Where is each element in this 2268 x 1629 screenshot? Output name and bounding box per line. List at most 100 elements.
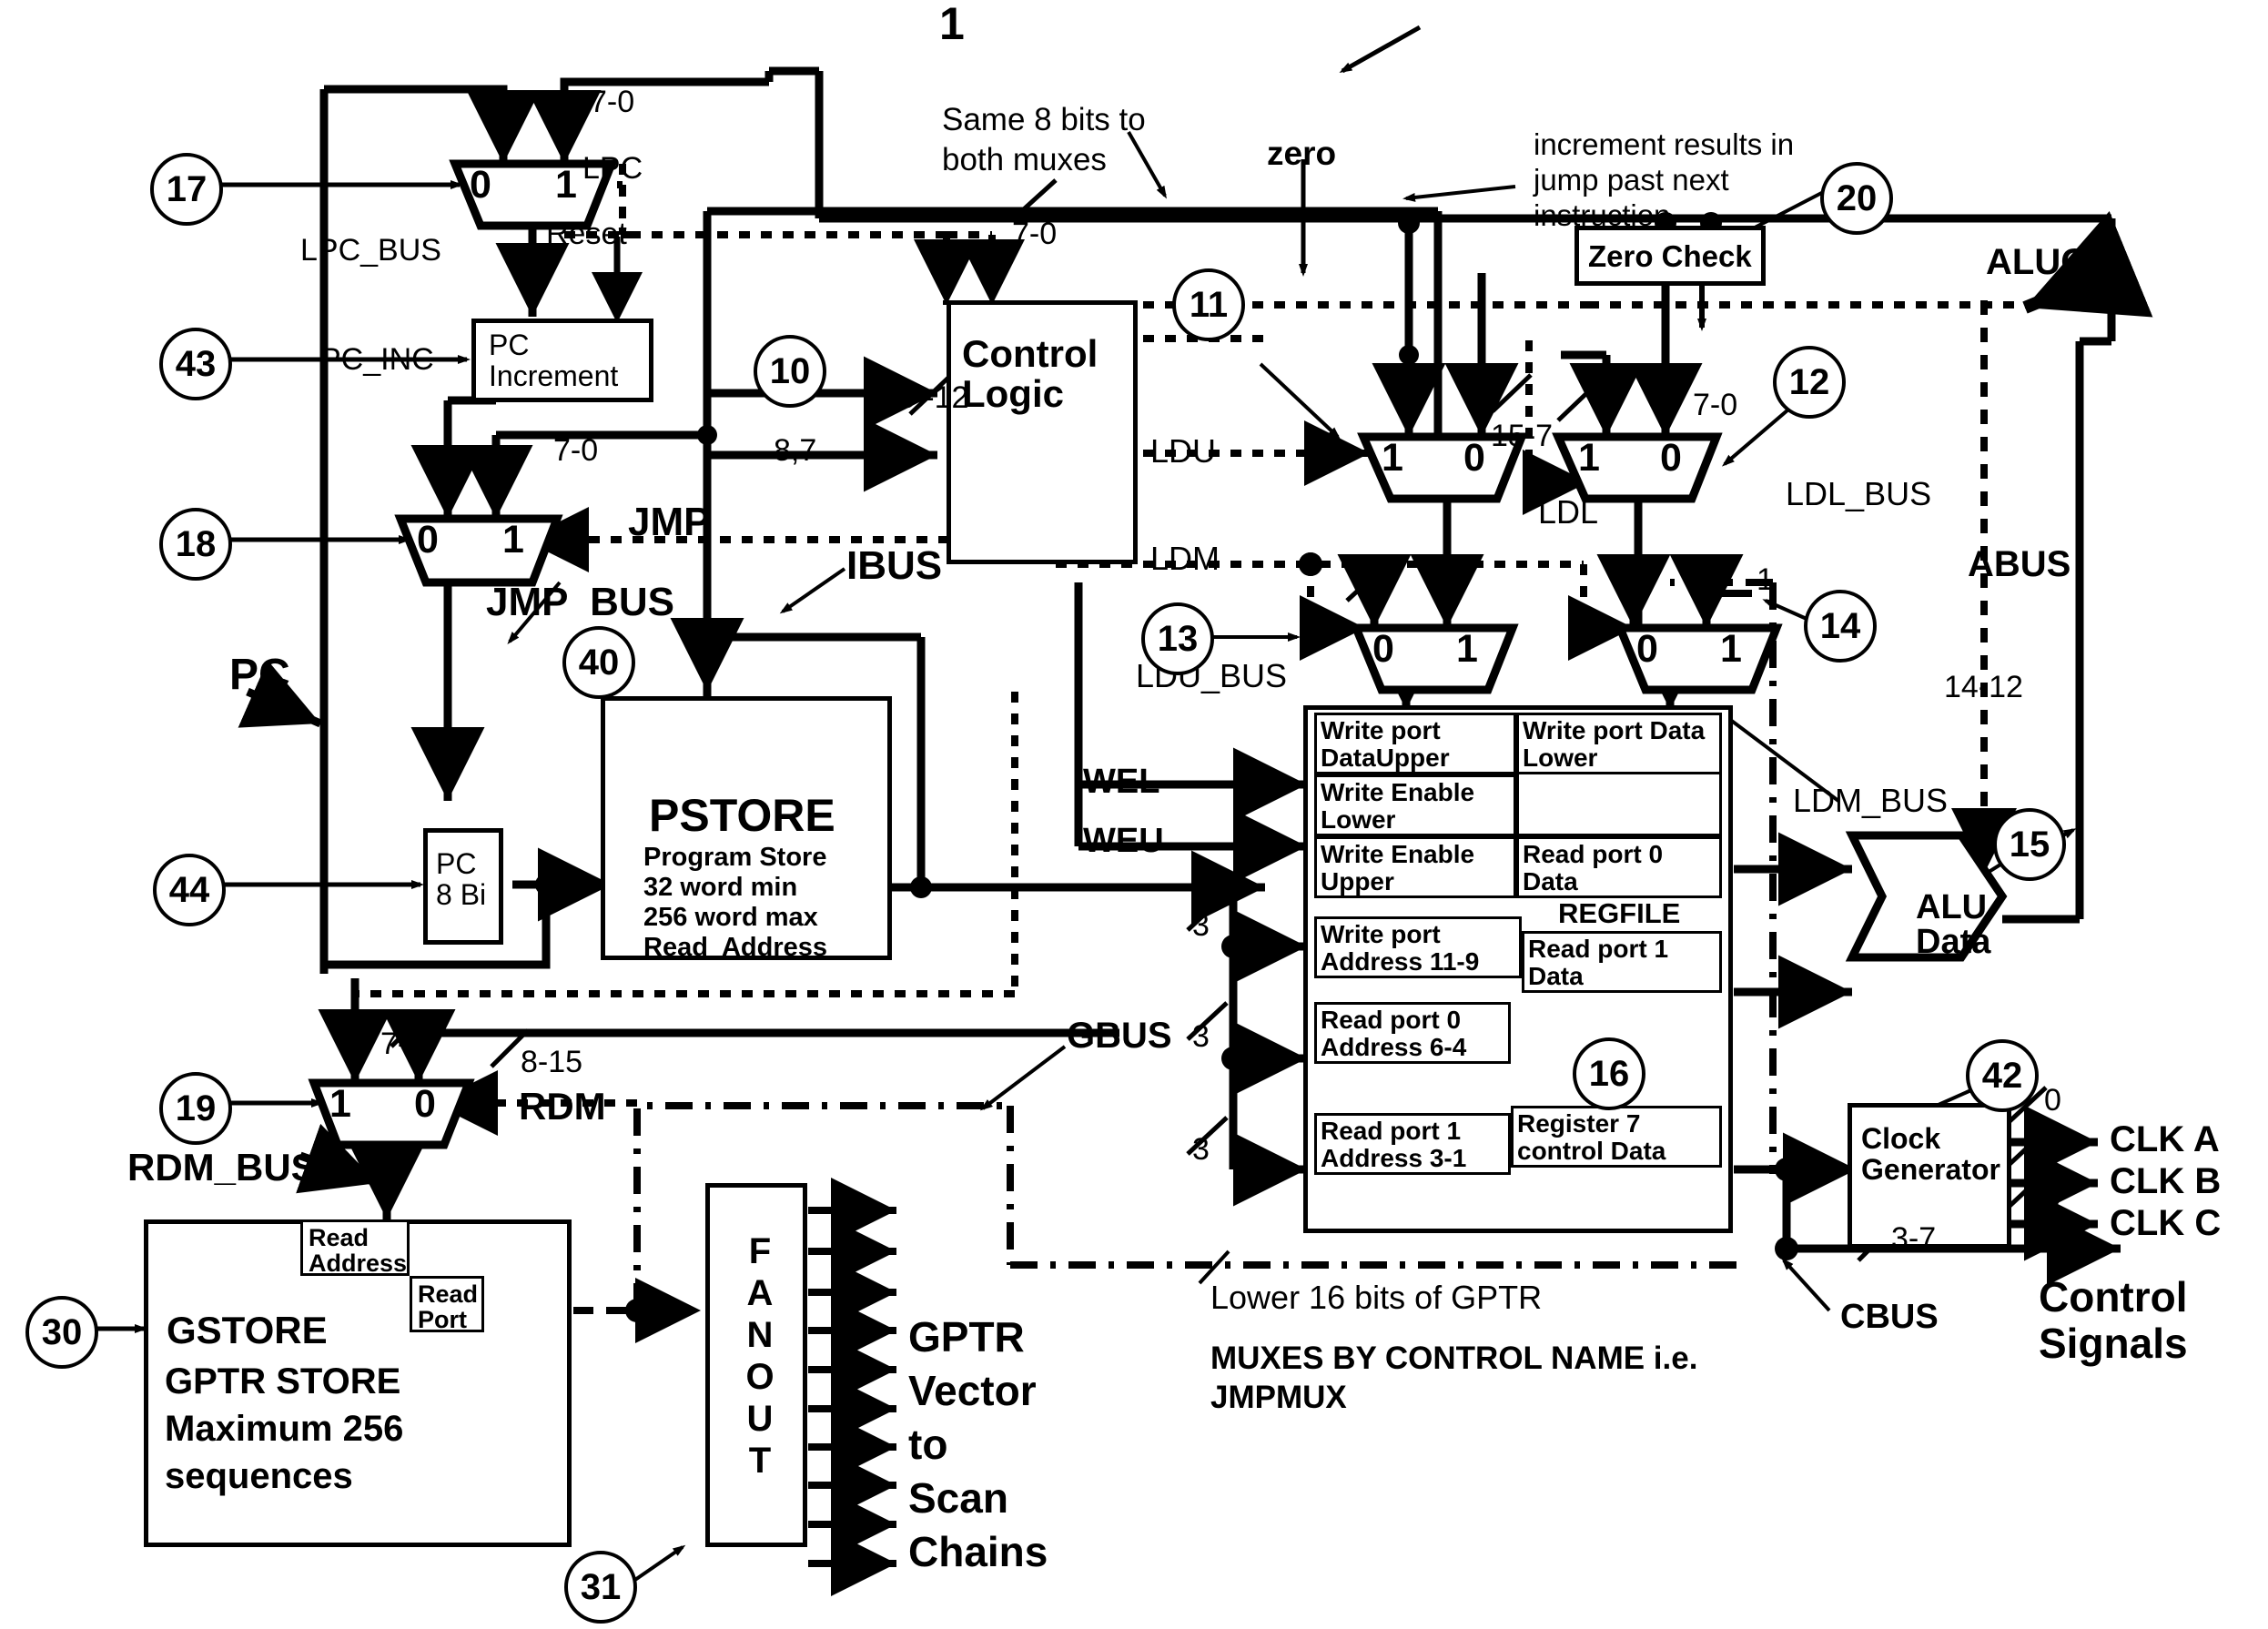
ref-bubble-16: 17 [150, 153, 223, 226]
ref-bubble-44: 44 [153, 854, 226, 926]
regfile-cell-write-port-address: Write port Address 11-9 [1314, 916, 1522, 978]
signal-weu-label: WEU [1083, 822, 1164, 860]
pstore-line-0: Program Store [643, 843, 827, 872]
signal-reset-label: Reset [546, 217, 627, 251]
bits-regfile-read1-addr: 3 [1192, 1132, 1210, 1167]
mux-11-input-0: 0 [1463, 436, 1485, 480]
ref-bubble-17: 18 [159, 508, 232, 581]
annotation-cbus: CBUS [1840, 1298, 1939, 1336]
annotation-muxes-note: MUXES BY CONTROL NAME i.e. JMPMUX [1210, 1341, 1698, 1415]
ref-bubble-19: 20 [1820, 162, 1893, 235]
ref-bubble-42: 43 [159, 328, 232, 400]
regfile-cell-write-port-data-upper: Write port DataUpper [1314, 713, 1516, 774]
mux-13-input-1: 1 [1456, 627, 1478, 671]
annotation-gbus: GBUS [1067, 1016, 1172, 1056]
ref-bubble-13: 13 [1141, 602, 1214, 675]
annotation-abus: ABUS [1968, 544, 2071, 584]
signal-lpc-bus-label: LPC_BUS [300, 233, 441, 268]
regfile-cell-write-enable-upper: Write Enable Upper [1314, 836, 1516, 898]
clk-b-label: CLK B [2110, 1161, 2222, 1201]
mux-18-input-0: 0 [414, 1082, 436, 1126]
ref-bubble-12: 12 [1773, 346, 1846, 419]
pstore-line-3: Read Address [643, 933, 827, 962]
bits-rdm-8-15: 8-15 [521, 1045, 583, 1079]
mux-14-input-0: 0 [1636, 627, 1658, 671]
mux-16-input-1: 1 [555, 163, 577, 207]
ref-bubble-11: 11 [1172, 268, 1245, 341]
regfile-cell-blank [1516, 774, 1722, 836]
mux-11-input-1: 1 [1382, 436, 1403, 480]
pc-increment-box: PC Increment [471, 319, 653, 402]
signal-ldm-bus-label: LDM_BUS [1793, 782, 1949, 819]
gstore-read-port-label: Read Port [418, 1280, 479, 1334]
signal-jmp-label: JMP [628, 500, 711, 544]
pstore-line-1: 32 word min [643, 873, 798, 902]
regfile-cell-read-port-0-data: Read port 0 Data [1516, 836, 1722, 898]
clk-c-bit: 2 [2044, 1189, 2061, 1223]
pstore-line-2: 256 word max [643, 903, 818, 932]
signal-wel-label: WEL [1083, 763, 1160, 801]
mux-16-input-0: 0 [470, 163, 491, 207]
pc-register-label: PC 8 Bi [436, 847, 487, 911]
gstore-read-address-cell: Read Address [300, 1219, 410, 1276]
control-logic-box: Control Logic [947, 300, 1138, 564]
zero-check-box: Zero Check [1574, 226, 1766, 286]
bits-rdm-7-0: 7-0 [380, 1027, 426, 1061]
bits-mux11-15-7: 15-7 [1491, 419, 1554, 453]
bits-top-7-0: 7-0 [590, 85, 635, 119]
ref-bubble-40: 40 [562, 626, 635, 699]
mux-17-input-1: 1 [502, 518, 524, 562]
gstore-read-port-cell: Read Port [410, 1276, 484, 1332]
zero-check-label: Zero Check [1588, 239, 1752, 273]
annotation-increment-note: increment results in jump past next inst… [1534, 127, 1795, 232]
annotation-zero: zero [1267, 135, 1337, 172]
bits-ldl-1: 1 [1757, 562, 1774, 597]
clk-a-bit: 0 [2044, 1083, 2061, 1118]
regfile-name-label: REGFILE [1558, 897, 1681, 929]
mux-13-input-0: 0 [1372, 627, 1394, 671]
annotation-same-8-bits: Same 8 bits to both muxes [942, 102, 1146, 177]
clk-a-label: CLK A [2110, 1119, 2220, 1159]
regfile-cell-read-port-1-address: Read port 1 Address 3-1 [1314, 1113, 1511, 1175]
signal-rdm-label: RDM [519, 1085, 606, 1128]
ref-bubble-30: 30 [25, 1296, 98, 1369]
regfile-cell-read-port-0-address: Read port 0 Address 6-4 [1314, 1002, 1511, 1064]
annotation-aluctl: ALUCTL [1986, 242, 2131, 282]
ref-bubble-10: 10 [754, 335, 826, 408]
ref-bubble-14: 14 [1804, 590, 1877, 663]
signal-ldl-bus-label: LDL_BUS [1786, 475, 1932, 512]
fanout-output-label: GPTR Vector to Scan Chains [908, 1313, 1048, 1575]
fanout-box: FANOUT [705, 1183, 807, 1547]
clk-b-bit: 1 [2044, 1147, 2061, 1181]
clock-generator-label: Clock Generator [1861, 1122, 2000, 1186]
gstore-read-address-label: Read Address [309, 1224, 408, 1278]
bits-ctl-15-12: 15 -12 [881, 380, 969, 415]
ref-bubble-20: 16 [1573, 1037, 1645, 1110]
signal-ldu-label: LDU [1150, 432, 1217, 470]
pc-register-box: PC 8 Bi [423, 828, 503, 945]
control-logic-label: Control Logic [962, 332, 1099, 416]
signal-rdm-bus-label: RDM_BUS [127, 1146, 317, 1189]
bits-ldm-7: 7 [1354, 562, 1372, 597]
signal-lpc-label: LPC [582, 151, 643, 186]
signal-pc-inc-label: PC_INC [320, 342, 434, 377]
bits-mux12-7-0: 7-0 [1693, 388, 1738, 422]
regfile-cell-register-7-control-data: Register 7 control Data [1511, 1106, 1722, 1168]
annotation-control-signals: Control Signals [2039, 1273, 2188, 1367]
signal-ldl-label: LDL [1538, 493, 1599, 531]
gstore-line-2: sequences [165, 1456, 353, 1496]
ref-bubble-15: 15 [1993, 808, 2066, 881]
bits-regfile-read0-addr: 3 [1192, 1019, 1210, 1054]
regfile-cell-write-enable-lower: Write Enable Lower [1314, 774, 1516, 836]
mux-12-input-0: 0 [1660, 436, 1682, 480]
patent-figure-diagram: Zero Check Control Logic PC Increment PC… [0, 0, 2268, 1629]
gstore-title: GSTORE [167, 1309, 328, 1351]
regfile-cell-read-port-1-data: Read port 1 Data [1522, 931, 1722, 993]
pstore-title: PSTORE [649, 790, 835, 841]
gstore-line-1: Maximum 256 [165, 1409, 404, 1449]
mux-18-input-1: 1 [329, 1082, 351, 1126]
bits-regfile-write-addr: 3 [1192, 908, 1210, 943]
mux-17-input-0: 0 [417, 518, 439, 562]
fanout-label: FANOUT [740, 1231, 780, 1482]
annotation-ibus: IBUS [846, 543, 943, 588]
